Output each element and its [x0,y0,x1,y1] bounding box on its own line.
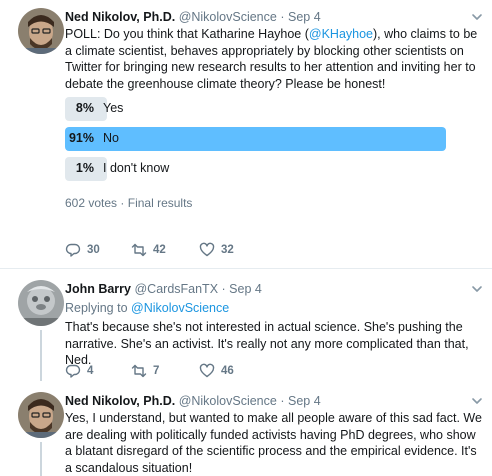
tweet-1[interactable]: Ned Nikolov, Ph.D. @NikolovScience · Sep… [0,0,492,268]
replying-to-link[interactable]: @NikolovScience [131,301,229,315]
avatar-image [18,280,64,326]
chevron-down-icon[interactable] [470,282,484,296]
thread-line [40,442,42,476]
author-handle[interactable]: @NikolovScience [179,10,277,24]
poll-status: Final results [127,196,193,210]
tweet-text: POLL: Do you think that Katharine Hayhoe… [65,26,485,92]
poll-option: 8% Yes [65,97,484,121]
mention-link[interactable]: @KHayhoe [309,27,373,41]
tweet-text-part: POLL: Do you think that Katharine Hayhoe… [65,27,309,41]
replying-prefix: Replying to [65,301,128,315]
tweet-3[interactable]: Ned Nikolov, Ph.D. @NikolovScience · Sep… [0,381,492,476]
poll-percentage: 1% [75,161,94,175]
tweet-text: That's because she's not interested in a… [65,320,469,367]
tweet-header: Ned Nikolov, Ph.D. @NikolovScience · Sep… [65,393,321,409]
tweet-date[interactable]: Sep 4 [288,394,321,408]
poll-label: No [103,131,119,145]
retweet-count: 7 [153,365,160,377]
retweet-button[interactable]: 42 [131,241,166,259]
like-button[interactable]: 46 [199,362,234,380]
separator-dot: · [280,394,285,408]
tweet-2[interactable]: John Barry @CardsFanTX · Sep 4 Replying … [0,269,492,381]
tweet-date[interactable]: Sep 4 [229,282,262,296]
author-name[interactable]: Ned Nikolov, Ph.D. [65,394,175,408]
poll-label: I don't know [103,161,170,175]
replying-to: Replying to @NikolovScience [65,300,229,316]
poll-percentage: 8% [75,101,94,115]
avatar-image [18,392,64,438]
avatar[interactable] [18,392,64,438]
author-handle[interactable]: @NikolovScience [179,394,277,408]
reply-count: 4 [87,365,94,377]
reply-button[interactable]: 4 [65,362,93,380]
avatar-image [18,8,64,54]
retweet-icon [131,364,147,378]
author-name[interactable]: Ned Nikolov, Ph.D. [65,10,175,24]
tweet-date[interactable]: Sep 4 [288,10,321,24]
avatar[interactable] [18,280,64,326]
like-button[interactable]: 32 [199,241,234,259]
heart-icon [199,363,215,378]
tweet-header: Ned Nikolov, Ph.D. @NikolovScience · Sep… [65,9,321,25]
poll-option: 1% I don't know [65,157,484,181]
poll-bar [65,127,447,151]
reply-icon [65,364,81,378]
poll-option: 91% No [65,127,484,151]
poll-label: Yes [103,101,124,115]
reply-count: 30 [87,244,100,256]
author-name[interactable]: John Barry [65,282,131,296]
retweet-button[interactable]: 7 [131,362,159,380]
poll-votes: 602 votes [65,196,118,210]
tweet-text: Yes, I understand, but wanted to make al… [65,411,482,475]
poll-meta: 602 votes · Final results [65,196,192,210]
separator-dot: · [221,282,226,296]
chevron-down-icon[interactable] [470,394,484,408]
like-count: 32 [221,244,234,256]
separator-dot: · [120,196,125,210]
avatar[interactable] [18,8,64,54]
separator-dot: · [280,10,285,24]
thread-line [40,330,42,381]
author-handle[interactable]: @CardsFanTX [134,282,218,296]
retweet-count: 42 [153,244,166,256]
chevron-down-icon[interactable] [470,10,484,24]
heart-icon [199,242,215,257]
like-count: 46 [221,365,234,377]
reply-icon [65,243,81,257]
reply-button[interactable]: 30 [65,241,100,259]
poll-percentage: 91% [68,131,94,145]
retweet-icon [131,243,147,257]
tweet-header: John Barry @CardsFanTX · Sep 4 [65,281,262,297]
